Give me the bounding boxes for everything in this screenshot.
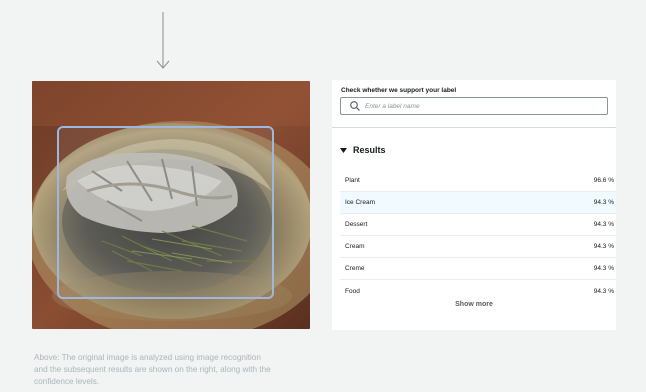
result-label: Cream xyxy=(345,243,365,250)
detection-bounding-box xyxy=(57,126,274,299)
result-confidence: 94.3 % xyxy=(593,221,614,228)
image-caption: Above: The original image is analyzed us… xyxy=(34,353,271,386)
result-confidence: 94.3 % xyxy=(593,287,614,295)
check-label-heading: Check whether we support your label xyxy=(341,87,457,94)
arrow-down-icon xyxy=(156,12,170,69)
result-label: Food xyxy=(345,287,360,295)
result-label: Creme xyxy=(345,265,365,272)
results-list: Plant 96.6 % Ice Cream 94.3 % Dessert 94… xyxy=(340,170,616,302)
result-confidence: 94.3 % xyxy=(593,243,614,250)
result-confidence: 94.3 % xyxy=(593,199,614,206)
results-title: Results xyxy=(353,145,386,155)
label-search-box[interactable] xyxy=(340,97,608,115)
result-row-ice-cream[interactable]: Ice Cream 94.3 % xyxy=(340,192,616,214)
results-toggle[interactable]: Results xyxy=(340,145,386,155)
panel-divider xyxy=(332,127,616,128)
result-row-plant[interactable]: Plant 96.6 % xyxy=(340,170,616,192)
result-label: Plant xyxy=(345,177,360,184)
label-results-panel: Check whether we support your label Resu… xyxy=(332,80,616,330)
show-more-button[interactable]: Show more xyxy=(332,301,616,308)
result-row-cream[interactable]: Cream 94.3 % xyxy=(340,236,616,258)
result-label: Ice Cream xyxy=(345,199,375,206)
search-icon xyxy=(350,101,360,111)
result-row-dessert[interactable]: Dessert 94.3 % xyxy=(340,214,616,236)
result-confidence: 94.3 % xyxy=(593,265,614,272)
label-search-input[interactable] xyxy=(365,102,595,110)
result-row-food[interactable]: Food 94.3 % xyxy=(340,280,616,302)
result-confidence: 96.6 % xyxy=(593,177,614,184)
result-label: Dessert xyxy=(345,221,368,228)
caret-down-icon xyxy=(340,147,347,153)
result-row-creme[interactable]: Creme 94.3 % xyxy=(340,258,616,280)
